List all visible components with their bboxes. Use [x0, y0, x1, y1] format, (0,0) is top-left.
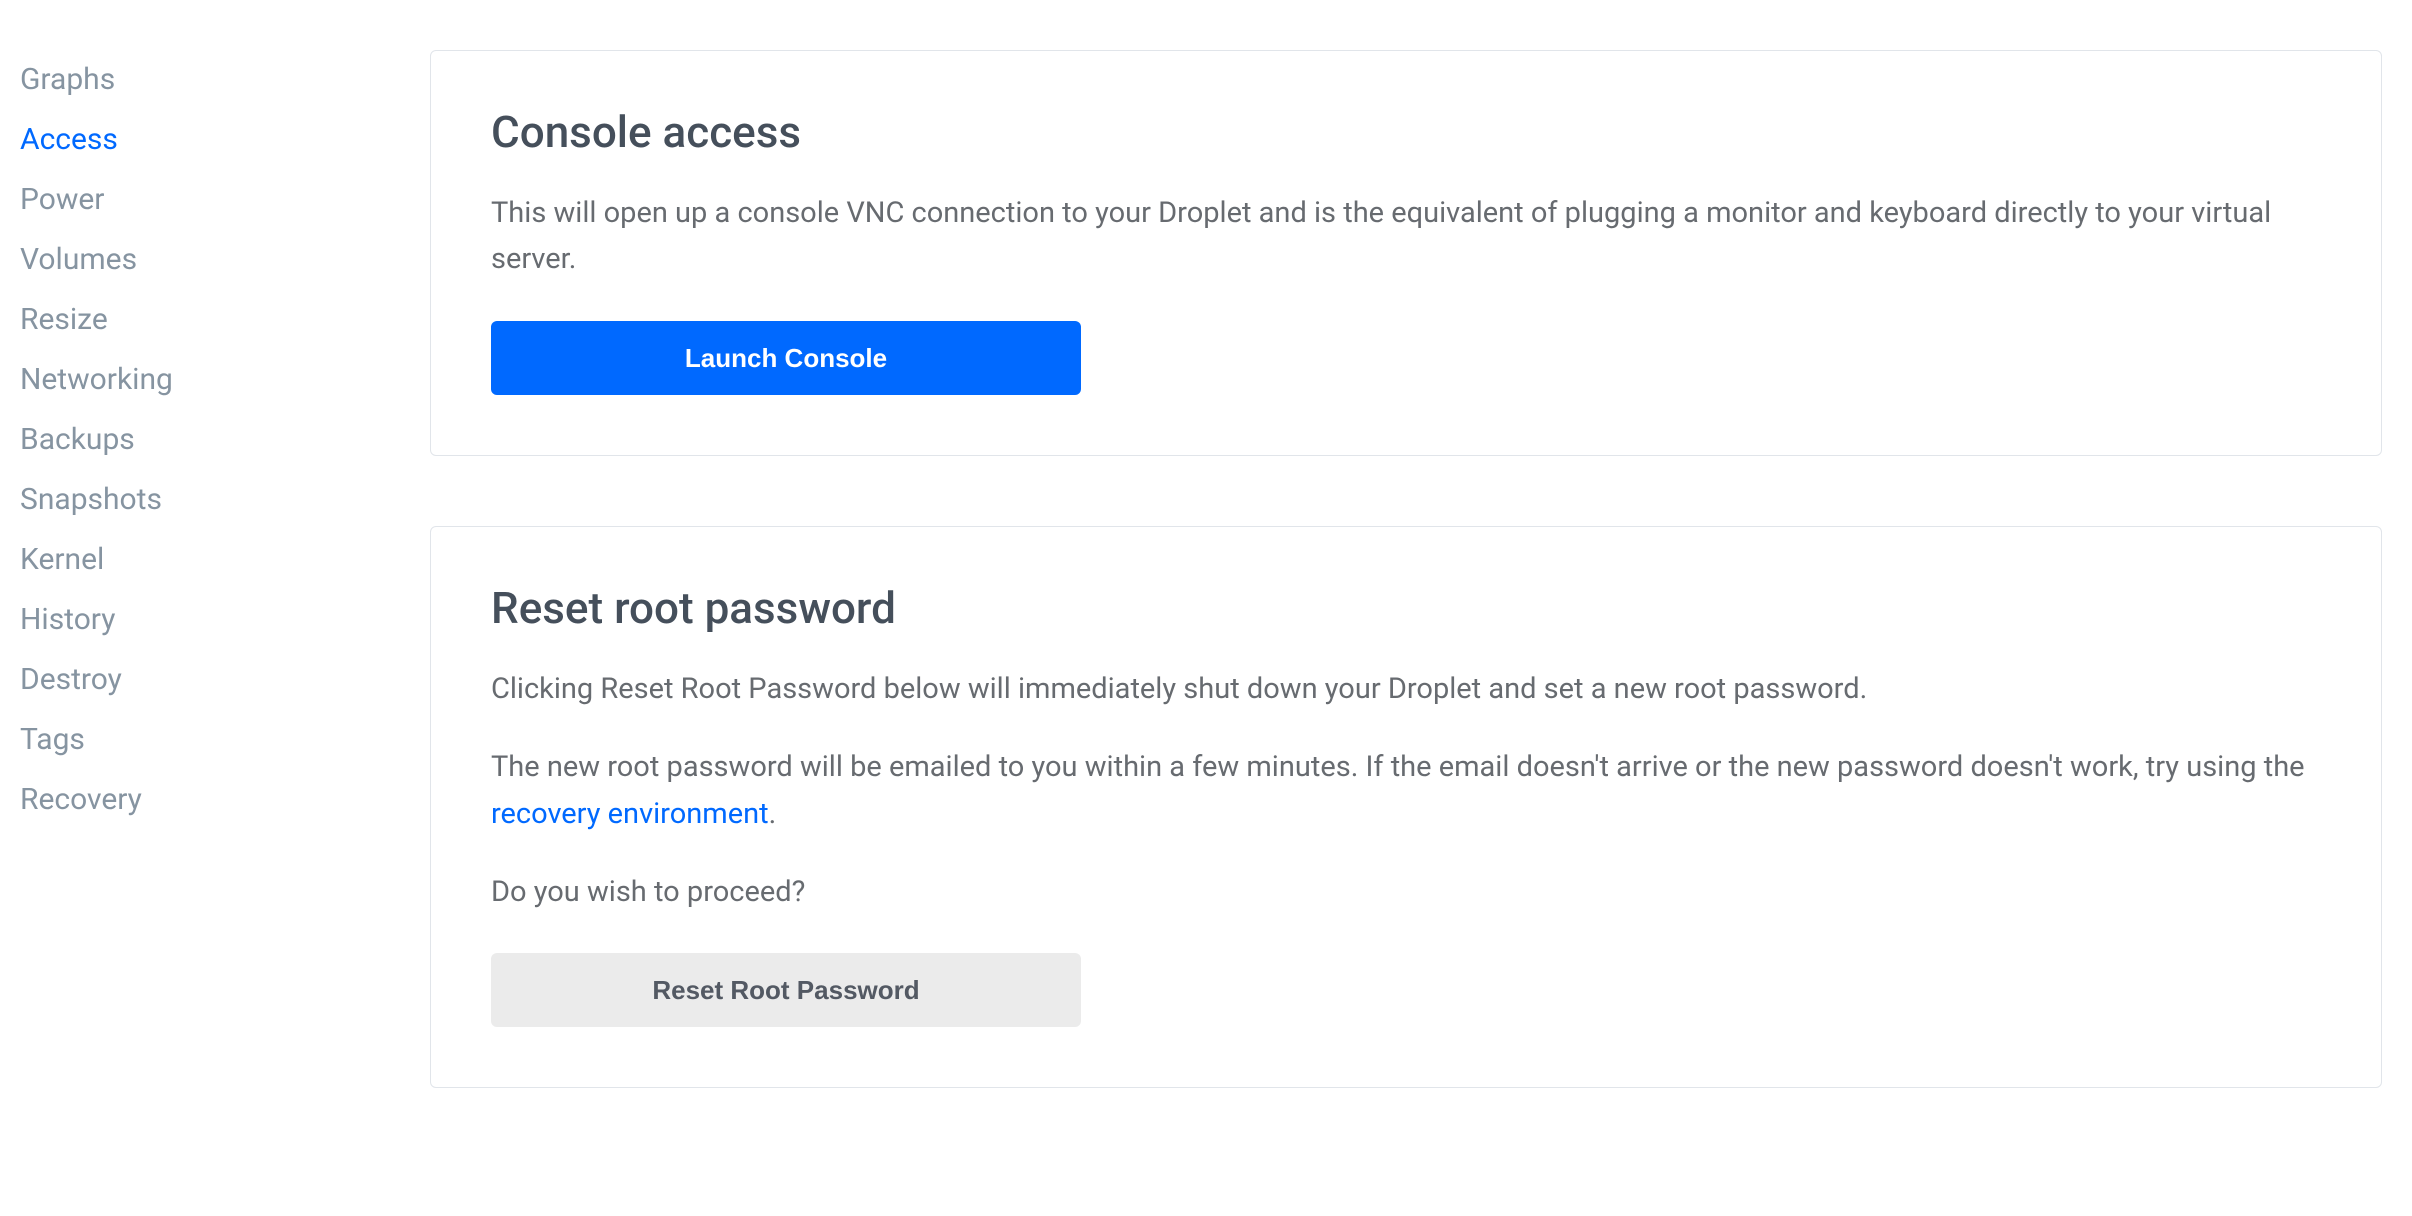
reset-root-password-p3: Do you wish to proceed? — [491, 869, 2321, 915]
sidebar-item-access[interactable]: Access — [20, 110, 430, 170]
sidebar-nav: GraphsAccessPowerVolumesResizeNetworking… — [20, 50, 430, 1158]
reset-root-password-button[interactable]: Reset Root Password — [491, 953, 1081, 1027]
console-access-title: Console access — [491, 106, 2321, 158]
sidebar-item-snapshots[interactable]: Snapshots — [20, 470, 430, 530]
sidebar-item-backups[interactable]: Backups — [20, 410, 430, 470]
sidebar-item-power[interactable]: Power — [20, 170, 430, 230]
sidebar-item-recovery[interactable]: Recovery — [20, 770, 430, 830]
console-access-description: This will open up a console VNC connecti… — [491, 190, 2321, 283]
reset-root-password-card: Reset root password Clicking Reset Root … — [430, 526, 2382, 1089]
reset-root-password-p2: The new root password will be emailed to… — [491, 744, 2321, 837]
launch-console-button[interactable]: Launch Console — [491, 321, 1081, 395]
reset-root-password-p2-suffix: . — [769, 797, 777, 831]
reset-root-password-p2-prefix: The new root password will be emailed to… — [491, 750, 2305, 784]
recovery-environment-link[interactable]: recovery environment — [491, 797, 769, 831]
reset-root-password-title: Reset root password — [491, 582, 2321, 634]
sidebar-item-tags[interactable]: Tags — [20, 710, 430, 770]
sidebar-item-resize[interactable]: Resize — [20, 290, 430, 350]
console-access-card: Console access This will open up a conso… — [430, 50, 2382, 456]
main-content: Console access This will open up a conso… — [430, 50, 2412, 1158]
sidebar-item-networking[interactable]: Networking — [20, 350, 430, 410]
sidebar-item-graphs[interactable]: Graphs — [20, 50, 430, 110]
reset-root-password-p1: Clicking Reset Root Password below will … — [491, 666, 2321, 712]
sidebar-item-history[interactable]: History — [20, 590, 430, 650]
sidebar-item-volumes[interactable]: Volumes — [20, 230, 430, 290]
sidebar-item-kernel[interactable]: Kernel — [20, 530, 430, 590]
sidebar-item-destroy[interactable]: Destroy — [20, 650, 430, 710]
